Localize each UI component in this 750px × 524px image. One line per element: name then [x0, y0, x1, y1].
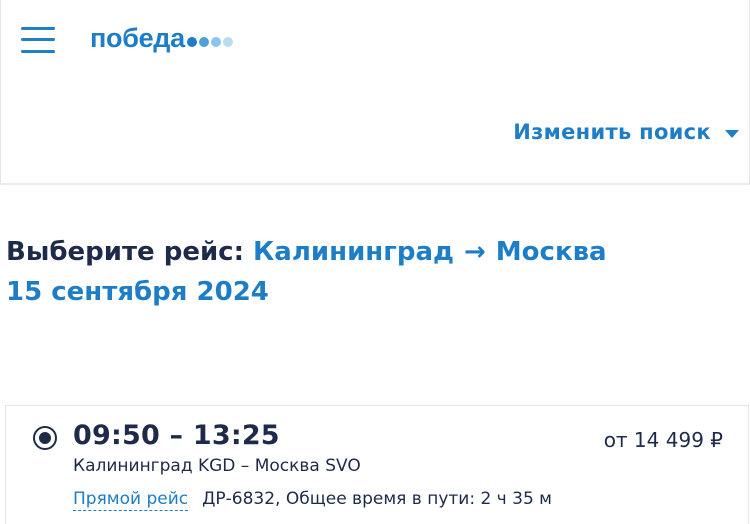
logo-dot	[222, 36, 233, 47]
flight-times: 09:50 – 13:25	[73, 420, 280, 451]
origin-city: Калининград	[253, 237, 454, 267]
page-title: Выберите рейс: Калининград → Москва 15 сен…	[6, 232, 607, 312]
app-header: победа Изменить поиск	[0, 0, 750, 185]
change-search-label: Изменить поиск	[513, 120, 711, 144]
logo-dot	[210, 36, 221, 47]
logo-text: победа	[90, 23, 185, 53]
route-title-line: Выберите рейс: Калининград → Москва	[6, 232, 607, 272]
logo-dots	[186, 36, 235, 47]
flight-date: 15 сентября 2024	[6, 277, 269, 307]
chevron-down-icon	[725, 130, 739, 138]
pobeda-logo[interactable]: победа	[90, 23, 235, 54]
change-search-button[interactable]: Изменить поиск	[513, 120, 739, 144]
menu-icon[interactable]	[21, 25, 55, 55]
flight-route: Калининград KGD – Москва SVO	[73, 456, 361, 476]
direct-flight-link[interactable]: Прямой рейс	[73, 489, 189, 511]
flight-radio-selected[interactable]	[33, 426, 57, 450]
flight-price: от 14 499 ₽	[603, 428, 723, 452]
logo-dot	[198, 36, 209, 47]
arrow-right-icon: →	[464, 237, 486, 267]
title-prefix: Выберите рейс:	[6, 237, 244, 267]
logo-dot	[186, 36, 197, 47]
flight-card[interactable]: 09:50 – 13:25 от 14 499 ₽ Калининград KG…	[5, 405, 749, 524]
flight-details: Прямой рейс ДР-6832, Общее время в пути:…	[73, 489, 552, 511]
flight-number-duration: ДР-6832, Общее время в пути: 2 ч 35 м	[202, 489, 552, 509]
destination-city: Москва	[495, 237, 607, 267]
